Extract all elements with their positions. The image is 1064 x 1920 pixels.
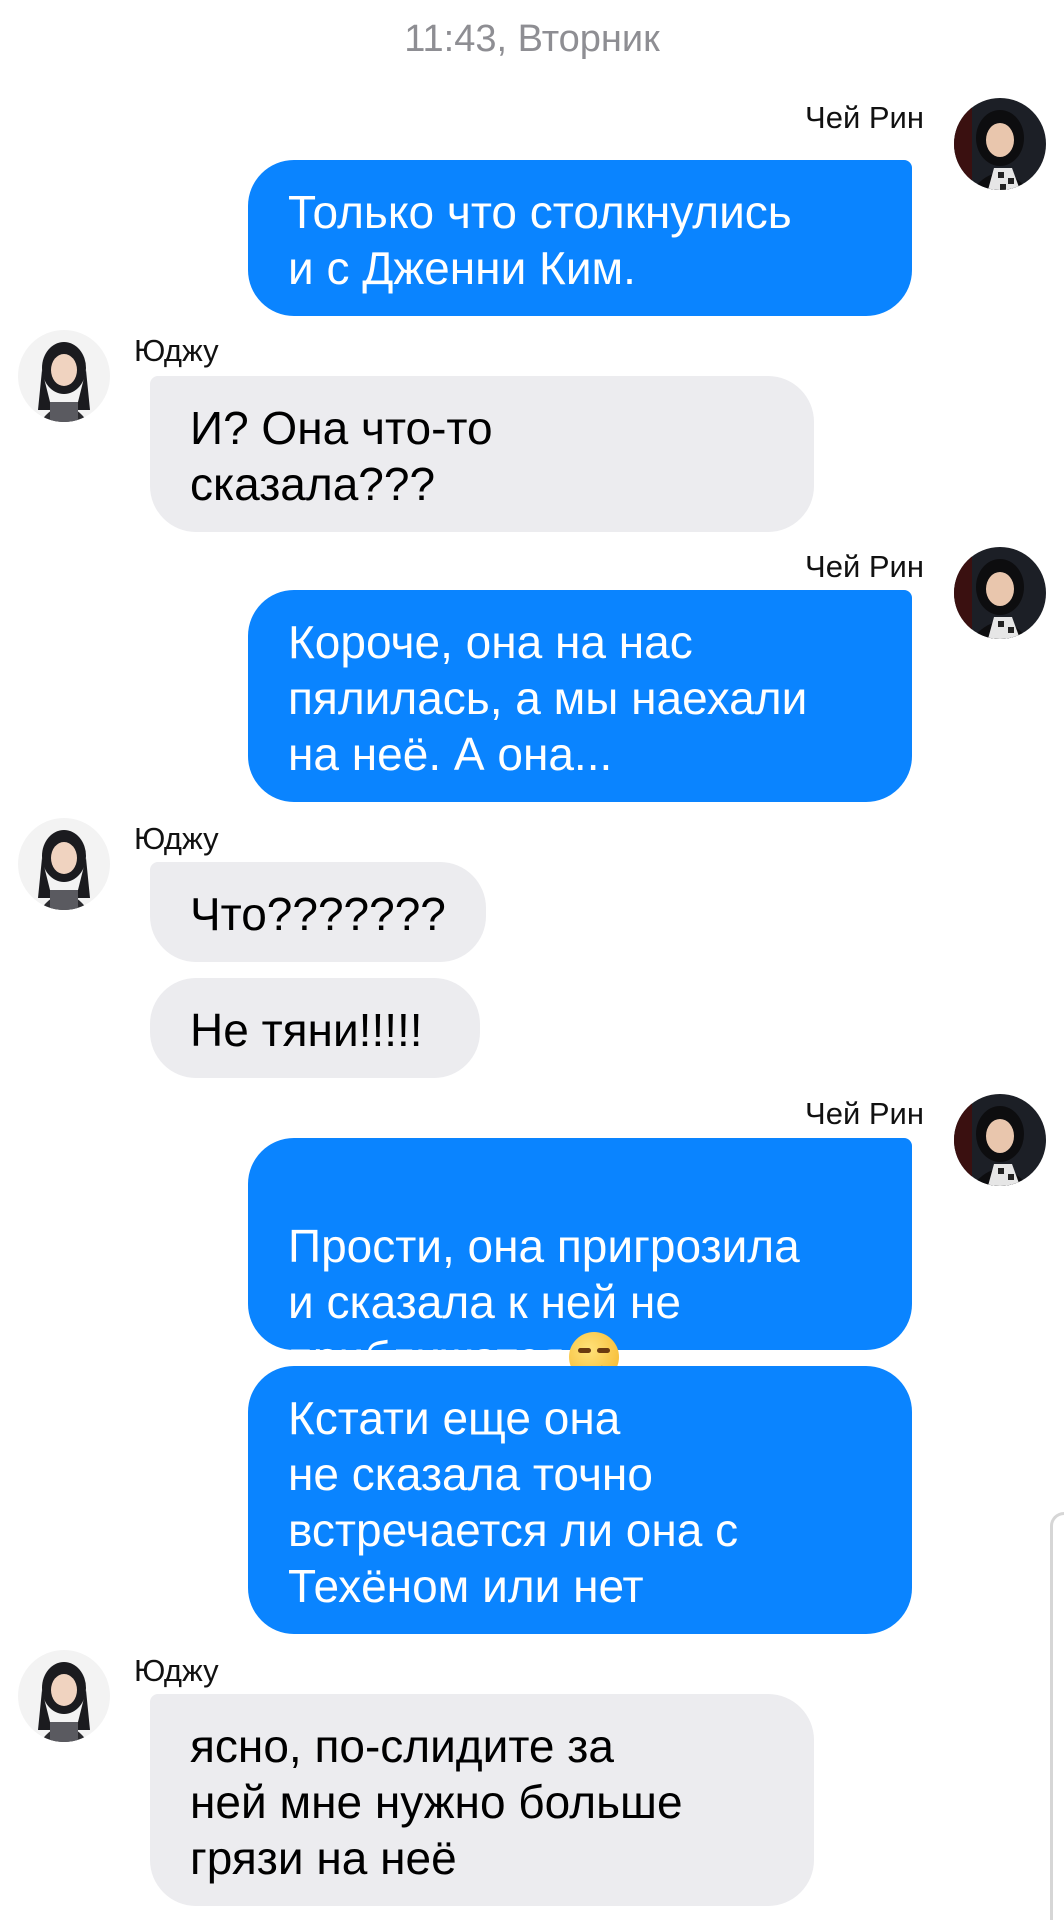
sender-name: Чей Рин xyxy=(805,100,924,135)
sender-name: Чей Рин xyxy=(805,1096,924,1131)
avatar-chae-rin-icon xyxy=(954,547,1046,639)
sender-name: Юджу xyxy=(134,1653,219,1688)
sender-name: Юджу xyxy=(134,821,219,856)
message-bubble[interactable]: И? Она что-то сказала??? xyxy=(150,376,814,532)
avatar[interactable] xyxy=(18,330,110,422)
chat-timestamp: 11:43, Вторник xyxy=(404,18,660,60)
scrollbar[interactable] xyxy=(1050,1512,1064,1920)
avatar[interactable] xyxy=(954,547,1046,639)
avatar[interactable] xyxy=(18,818,110,910)
message-bubble[interactable]: Только что столкнулись и с Дженни Ким. xyxy=(248,160,912,316)
avatar-yuju-icon xyxy=(18,330,110,422)
message-text: Прости, она пригрозила и сказала к ней н… xyxy=(288,1220,800,1384)
avatar-chae-rin-icon xyxy=(954,98,1046,190)
avatar[interactable] xyxy=(954,98,1046,190)
avatar[interactable] xyxy=(18,1650,110,1742)
sender-name: Юджу xyxy=(134,333,219,368)
avatar-chae-rin-icon xyxy=(954,1094,1046,1186)
message-bubble[interactable]: Прости, она пригрозила и сказала к ней н… xyxy=(248,1138,912,1384)
message-bubble[interactable]: Не тяни!!!!! xyxy=(150,978,480,1078)
avatar[interactable] xyxy=(954,1094,1046,1186)
avatar-yuju-icon xyxy=(18,818,110,910)
message-bubble[interactable]: Что??????? xyxy=(150,862,486,962)
message-bubble[interactable]: Короче, она на нас пялилась, а мы наехал… xyxy=(248,590,912,802)
sender-name: Чей Рин xyxy=(805,549,924,584)
avatar-yuju-icon xyxy=(18,1650,110,1742)
message-bubble[interactable]: ясно, по-слидите за ней мне нужно больше… xyxy=(150,1694,814,1906)
message-bubble[interactable]: Кстати еще она не сказала точно встречае… xyxy=(248,1366,912,1634)
